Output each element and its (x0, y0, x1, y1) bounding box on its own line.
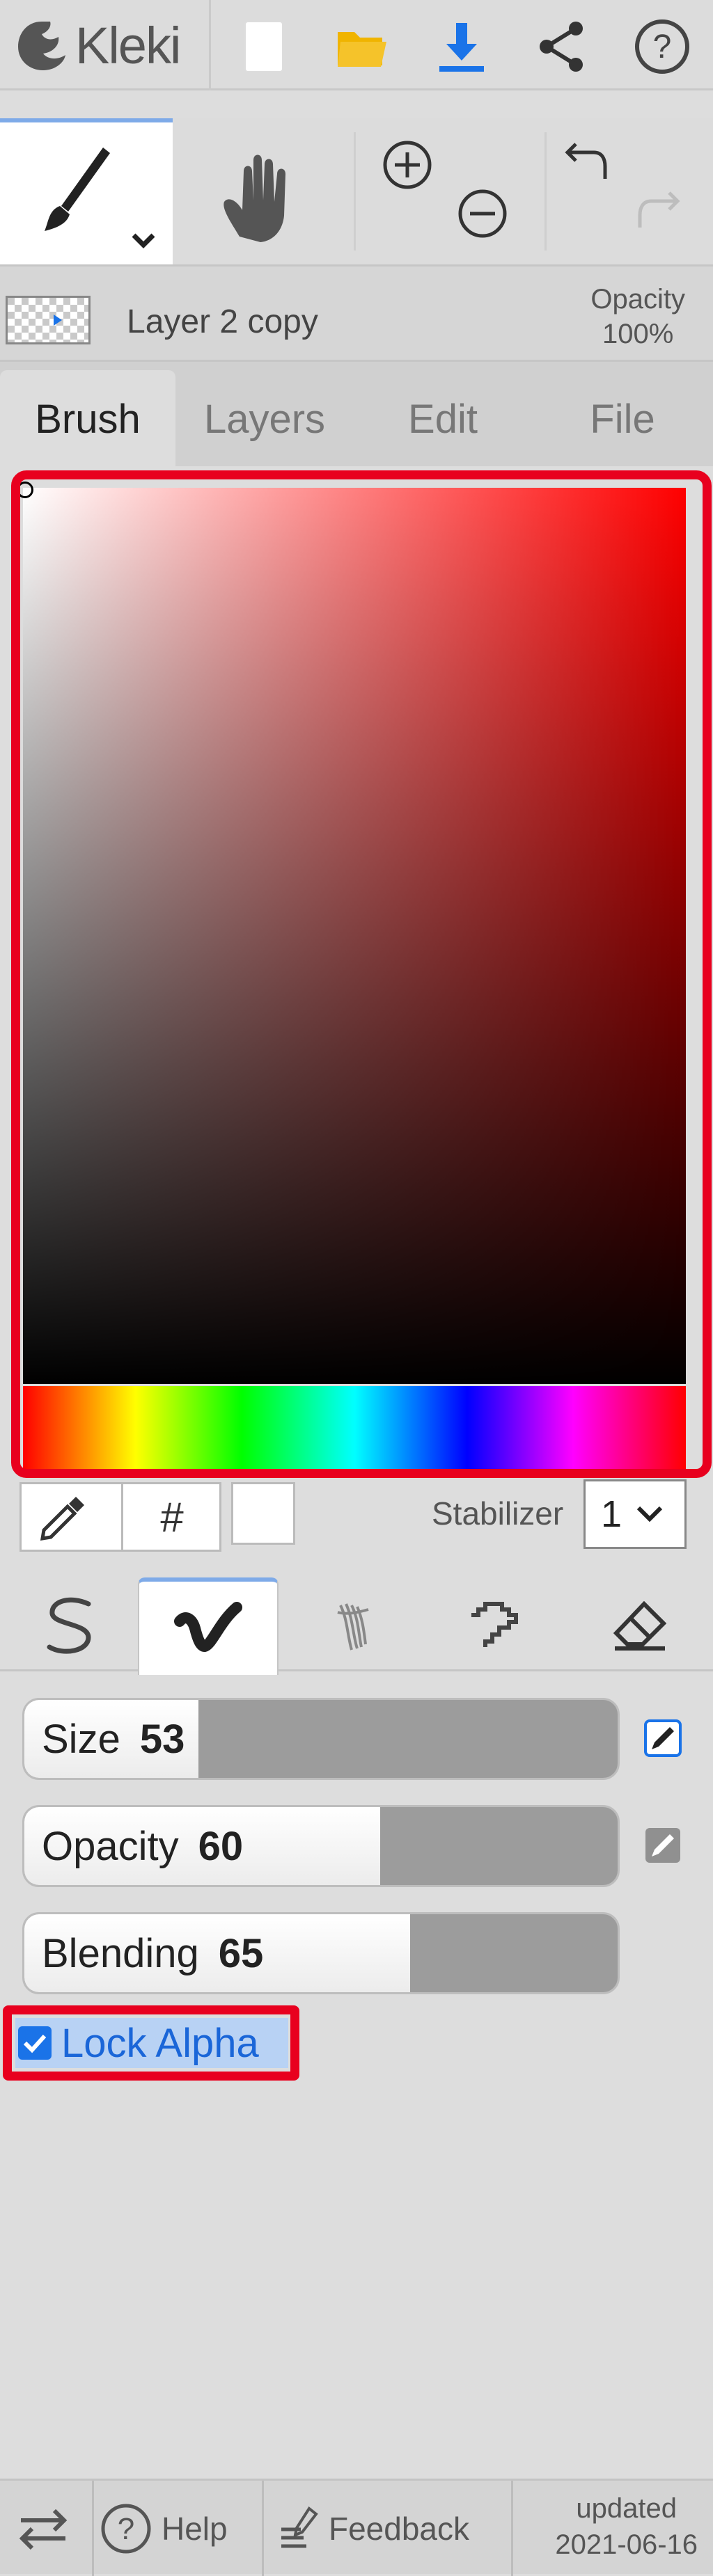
opacity-value: 100% (602, 319, 674, 349)
help-link[interactable]: ? Help (99, 2481, 228, 2576)
eraser-icon (613, 1600, 667, 1651)
brush-tool-button[interactable] (0, 118, 173, 264)
tab-file[interactable]: File (532, 370, 713, 468)
help-label: Help (162, 2510, 228, 2547)
kleki-logo-icon (18, 22, 65, 70)
feedback-label: Feedback (329, 2510, 470, 2547)
color-picker-highlight (11, 470, 712, 1478)
share-button[interactable] (531, 15, 593, 78)
current-color-swatch[interactable] (231, 1482, 295, 1545)
open-file-button[interactable] (330, 15, 393, 78)
blend-brush-tab[interactable] (138, 1577, 279, 1675)
footer-bar: ? Help Feedback updated 2021-06-16 (0, 2479, 713, 2576)
layer-opacity: Opacity 100% (590, 282, 685, 351)
updated-info: updated 2021-06-16 (555, 2490, 698, 2563)
download-button[interactable] (430, 15, 493, 78)
divider (262, 2481, 264, 2576)
help-button[interactable]: ? (631, 15, 694, 78)
divider (92, 2481, 94, 2576)
hand-icon (224, 154, 285, 242)
opacity-label: Opacity (590, 284, 685, 315)
swap-sides-button[interactable] (14, 2481, 72, 2576)
divider (511, 2481, 513, 2576)
opacity-label: Opacity (42, 1823, 179, 1869)
updated-label: updated (576, 2493, 677, 2524)
zoom-out-button[interactable] (451, 182, 514, 245)
opacity-slider-label: Opacity 60 (42, 1807, 243, 1885)
kleki-logo[interactable]: Kleki (14, 14, 181, 77)
pen-pressure-icon (644, 1719, 682, 1757)
current-layer-row[interactable]: Layer 2 copy Opacity 100% (0, 264, 713, 362)
app-name: Kleki (75, 16, 181, 74)
swap-arrows-icon (19, 2509, 68, 2550)
size-slider-label: Size 53 (42, 1700, 185, 1778)
blending-label: Blending (42, 1930, 199, 1976)
panel-tabs: Brush Layers Edit File (0, 362, 713, 468)
eraser-tab[interactable] (570, 1577, 710, 1675)
chevron-down-icon (636, 1506, 663, 1522)
blending-slider[interactable]: Blending 65 (22, 1912, 620, 1994)
divider (544, 132, 547, 251)
stabilizer-select[interactable]: 1 (583, 1479, 687, 1549)
brush-type-tabs (0, 1574, 713, 1675)
size-label: Size (42, 1716, 120, 1762)
layer-preview-icon (54, 315, 62, 326)
sketchy-brush-icon (337, 1603, 369, 1651)
sketchy-brush-tab[interactable] (284, 1577, 425, 1675)
share-icon (540, 22, 583, 72)
layer-thumbnail (6, 296, 91, 344)
pen-brush-tab[interactable] (0, 1577, 141, 1675)
hand-tool-button[interactable] (173, 118, 354, 264)
feedback-icon (281, 2506, 318, 2547)
pixel-brush-icon (471, 1602, 518, 1647)
blend-brush-icon (174, 1602, 242, 1653)
divider (354, 132, 356, 251)
brush-tool-icon (45, 148, 155, 248)
picker-tools: # (19, 1482, 221, 1552)
size-slider[interactable]: Size 53 (22, 1698, 620, 1780)
updated-date: 2021-06-16 (555, 2529, 698, 2560)
size-value: 53 (139, 1716, 185, 1762)
opacity-slider[interactable]: Opacity 60 (22, 1805, 620, 1887)
tab-brush[interactable]: Brush (0, 370, 175, 468)
lock-alpha-highlight (3, 2005, 299, 2081)
hex-input-button[interactable]: # (123, 1484, 221, 1550)
feedback-link[interactable]: Feedback (279, 2481, 469, 2576)
download-icon (439, 23, 484, 72)
zoom-in-icon (383, 141, 432, 189)
undo-button[interactable] (557, 134, 620, 196)
redo-button[interactable] (627, 182, 689, 245)
top-toolbar: Kleki ? (0, 0, 713, 90)
opacity-value: 60 (198, 1823, 244, 1869)
new-file-button[interactable] (233, 15, 295, 78)
svg-text:?: ? (118, 2512, 134, 2546)
help-icon: ? (635, 19, 689, 74)
tools-row (0, 118, 713, 264)
size-pressure-toggle[interactable] (643, 1719, 682, 1758)
pen-pressure-icon (645, 1828, 680, 1863)
stabilizer-value: 1 (601, 1493, 622, 1535)
help-icon: ? (101, 2504, 151, 2553)
opacity-pressure-toggle[interactable] (643, 1826, 682, 1865)
open-folder-icon (338, 32, 386, 67)
eyedropper-icon (40, 1497, 84, 1541)
svg-text:?: ? (653, 29, 672, 65)
new-file-icon (244, 21, 283, 72)
blending-value: 65 (218, 1930, 264, 1976)
redo-icon (638, 191, 680, 228)
pixel-brush-tab[interactable] (426, 1577, 567, 1675)
zoom-in-button[interactable] (376, 134, 439, 196)
undo-icon (565, 143, 607, 179)
layer-name: Layer 2 copy (127, 303, 318, 340)
pen-brush-icon (47, 1597, 91, 1654)
eyedropper-button[interactable] (36, 1491, 91, 1548)
stabilizer-label: Stabilizer (432, 1495, 564, 1532)
divider (209, 0, 211, 90)
tab-edit[interactable]: Edit (354, 370, 532, 468)
zoom-out-icon (458, 189, 507, 238)
tab-layers[interactable]: Layers (175, 370, 354, 468)
blending-slider-label: Blending 65 (42, 1914, 263, 1992)
